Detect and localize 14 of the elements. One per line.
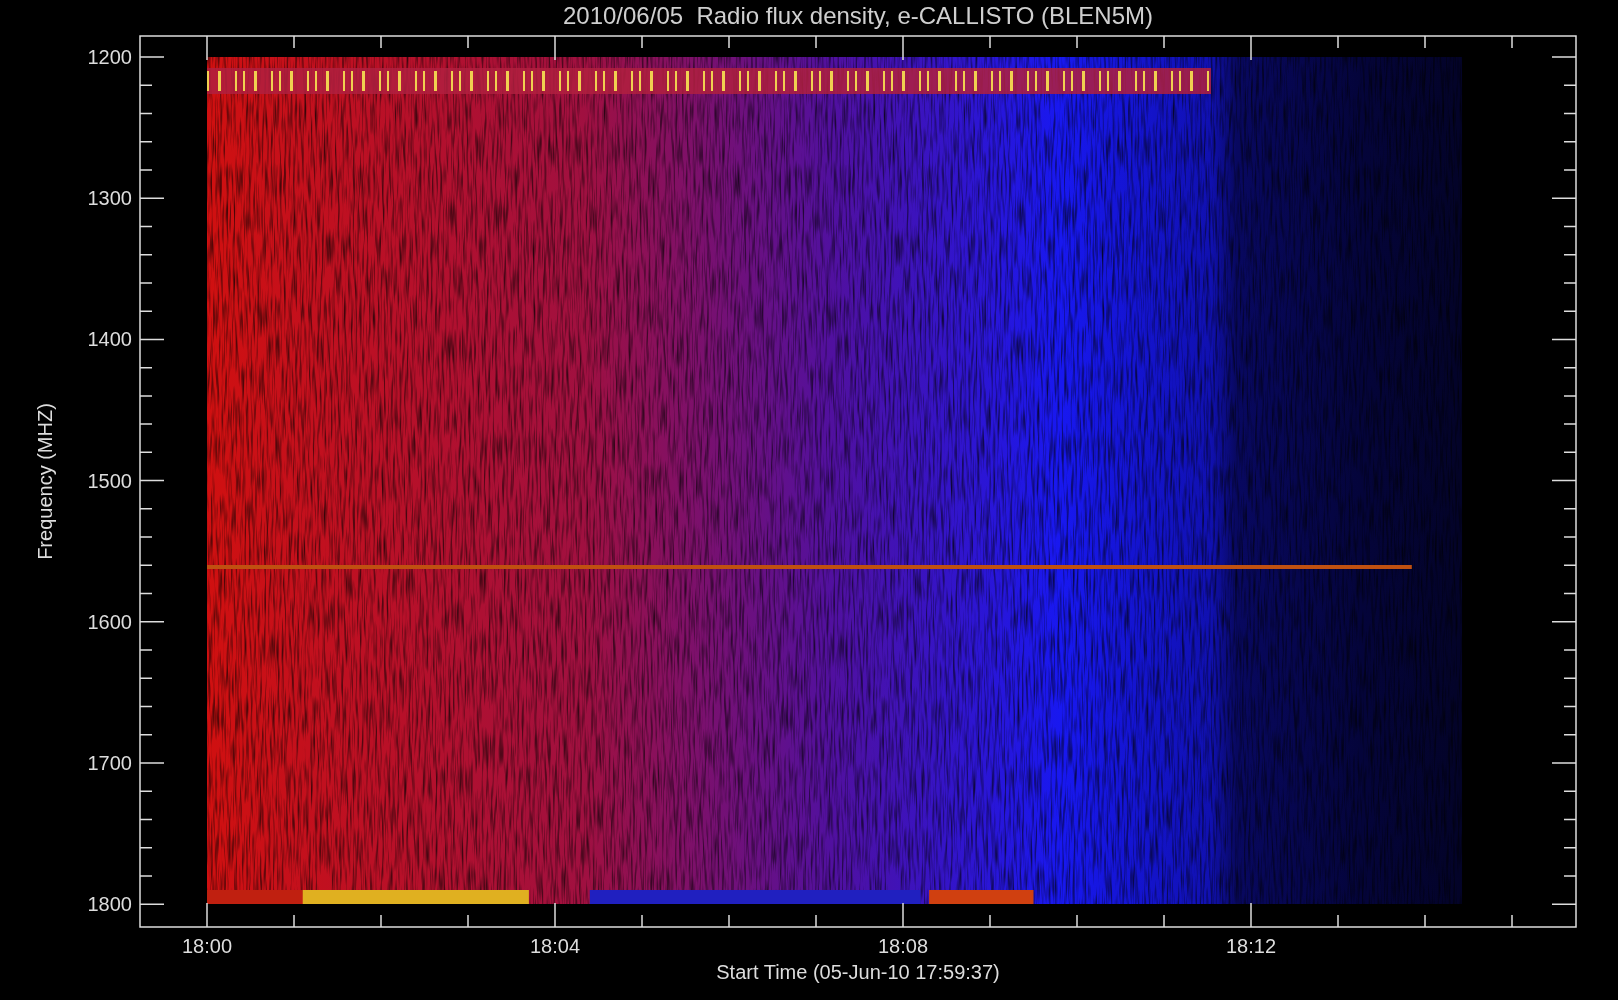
- y-tick-label: 1700: [87, 752, 132, 774]
- x-tick-label: 18:12: [1225, 935, 1277, 957]
- y-tick-label: 1200: [87, 46, 132, 68]
- x-tick-label: 18:04: [529, 935, 581, 957]
- x-tick-label: 18:00: [181, 935, 233, 957]
- y-axis-title: Frequency (MHZ): [34, 403, 56, 560]
- y-tick-label: 1800: [87, 893, 132, 916]
- plot-title: 2010/06/05 Radio flux density, e-CALLISTO (BLEN5M): [562, 2, 1154, 29]
- y-tick-label: 1400: [87, 328, 132, 351]
- y-tick-label: 1500: [87, 469, 132, 492]
- y-tick-label: 1300: [87, 187, 132, 210]
- y-tick-label: 1600: [87, 610, 132, 633]
- x-axis-title: Start Time (05-Jun-10 17:59:37): [716, 961, 1000, 983]
- x-tick-label: 18:08: [877, 935, 929, 957]
